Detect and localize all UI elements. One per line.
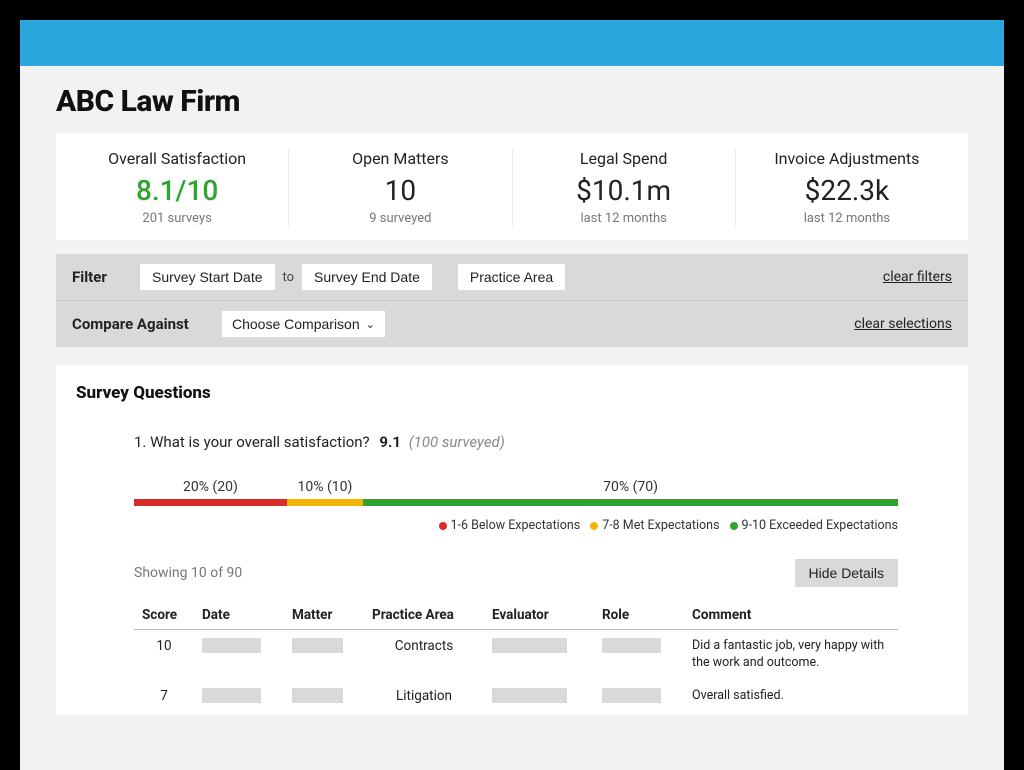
question-block: 1. What is your overall satisfaction? 9.…: [76, 433, 948, 715]
survey-end-date-input[interactable]: Survey End Date: [302, 264, 432, 290]
bar-seg-red: [134, 499, 287, 506]
metric-overall-satisfaction: Overall Satisfaction 8.1/10 201 surveys: [66, 149, 289, 226]
placeholder: [492, 638, 567, 653]
table-row: 7 Litigation Overall satisfied.: [134, 680, 898, 715]
legend-exceeded: 9-10 Exceeded Expectations: [730, 518, 898, 533]
details-table: Score Date Matter Practice Area Evaluato…: [134, 601, 898, 715]
placeholder: [602, 688, 661, 703]
compare-label: Compare Against: [72, 315, 212, 333]
metric-label: Open Matters: [297, 149, 503, 168]
metric-sub: last 12 months: [521, 211, 727, 226]
filter-panel: Filter Survey Start Date to Survey End D…: [56, 254, 968, 347]
top-banner: [20, 20, 1004, 66]
survey-heading: Survey Questions: [76, 383, 948, 403]
legend-yellow-label: 7-8 Met Expectations: [602, 518, 719, 533]
dot-red-icon: [439, 522, 447, 530]
bar-labels: 20% (20) 10% (10) 70% (70): [134, 479, 898, 495]
col-role: Role: [594, 601, 684, 630]
choose-comparison-select[interactable]: Choose Comparison ⌄: [222, 311, 385, 337]
survey-start-date-input[interactable]: Survey Start Date: [140, 264, 275, 290]
col-score: Score: [134, 601, 194, 630]
metric-label: Overall Satisfaction: [74, 149, 280, 168]
hide-details-button[interactable]: Hide Details: [795, 559, 898, 587]
metric-label: Legal Spend: [521, 149, 727, 168]
survey-section: Survey Questions 1. What is your overall…: [56, 365, 968, 715]
cell-date: [194, 680, 284, 715]
col-practice: Practice Area: [364, 601, 484, 630]
cell-date: [194, 630, 284, 680]
legend-below: 1-6 Below Expectations: [439, 518, 581, 533]
table-row: 10 Contracts Did a fantastic job, very h…: [134, 630, 898, 680]
question-number: 1.: [134, 433, 146, 451]
cell-evaluator: [484, 630, 594, 680]
table-header-row: Score Date Matter Practice Area Evaluato…: [134, 601, 898, 630]
metric-sub: last 12 months: [744, 211, 950, 226]
distribution-bar: 20% (20) 10% (10) 70% (70): [134, 479, 898, 506]
bar-label-green: 70% (70): [363, 479, 898, 495]
metric-value: $10.1m: [521, 174, 727, 207]
metric-legal-spend: Legal Spend $10.1m last 12 months: [513, 149, 736, 226]
col-comment: Comment: [684, 601, 898, 630]
cell-comment: Did a fantastic job, very happy with the…: [684, 630, 898, 680]
compare-row: Compare Against Choose Comparison ⌄ clea…: [56, 301, 968, 347]
question-surveyed: (100 surveyed): [409, 433, 505, 451]
col-matter: Matter: [284, 601, 364, 630]
col-date: Date: [194, 601, 284, 630]
chevron-down-icon: ⌄: [366, 318, 375, 331]
cell-matter: [284, 630, 364, 680]
cell-role: [594, 630, 684, 680]
question-line: 1. What is your overall satisfaction? 9.…: [134, 433, 898, 451]
metric-value: 10: [297, 174, 503, 207]
legend-green-label: 9-10 Exceeded Expectations: [742, 518, 898, 533]
metric-sub: 9 surveyed: [297, 211, 503, 226]
metric-value: $22.3k: [744, 174, 950, 207]
legend-met: 7-8 Met Expectations: [590, 518, 719, 533]
to-label: to: [283, 270, 295, 285]
clear-filters-link[interactable]: clear filters: [883, 269, 952, 285]
page-body: ABC Law Firm Overall Satisfaction 8.1/10…: [20, 66, 1004, 770]
details-head: Showing 10 of 90 Hide Details: [134, 559, 898, 587]
metric-sub: 201 surveys: [74, 211, 280, 226]
metric-open-matters: Open Matters 10 9 surveyed: [289, 149, 512, 226]
dot-green-icon: [730, 522, 738, 530]
placeholder: [292, 688, 343, 703]
bar-label-yellow: 10% (10): [287, 479, 363, 495]
legend-red-label: 1-6 Below Expectations: [451, 518, 581, 533]
cell-score: 10: [134, 630, 194, 680]
practice-area-input[interactable]: Practice Area: [458, 264, 565, 290]
cell-score: 7: [134, 680, 194, 715]
showing-count: Showing 10 of 90: [134, 565, 242, 581]
placeholder: [202, 688, 261, 703]
placeholder: [492, 688, 567, 703]
cell-evaluator: [484, 680, 594, 715]
bar: [134, 499, 898, 506]
bar-label-red: 20% (20): [134, 479, 287, 495]
dot-yellow-icon: [590, 522, 598, 530]
bar-seg-yellow: [287, 499, 363, 506]
placeholder: [292, 638, 343, 653]
cell-role: [594, 680, 684, 715]
filter-label: Filter: [72, 268, 122, 286]
filter-row: Filter Survey Start Date to Survey End D…: [56, 254, 968, 301]
cell-comment: Overall satisfied.: [684, 680, 898, 715]
question-score: 9.1: [379, 433, 401, 451]
cell-practice: Litigation: [364, 680, 484, 715]
metrics-strip: Overall Satisfaction 8.1/10 201 surveys …: [56, 133, 968, 240]
cell-matter: [284, 680, 364, 715]
placeholder: [202, 638, 261, 653]
col-evaluator: Evaluator: [484, 601, 594, 630]
clear-selections-link[interactable]: clear selections: [854, 316, 952, 332]
metric-invoice-adjustments: Invoice Adjustments $22.3k last 12 month…: [736, 149, 958, 226]
cell-practice: Contracts: [364, 630, 484, 680]
metric-value: 8.1/10: [74, 174, 280, 207]
legend: 1-6 Below Expectations 7-8 Met Expectati…: [134, 518, 898, 533]
question-text: What is your overall satisfaction?: [150, 433, 370, 451]
choose-comparison-label: Choose Comparison: [232, 316, 360, 332]
bar-seg-green: [363, 499, 898, 506]
page-title: ABC Law Firm: [56, 84, 968, 119]
metric-label: Invoice Adjustments: [744, 149, 950, 168]
placeholder: [602, 638, 661, 653]
